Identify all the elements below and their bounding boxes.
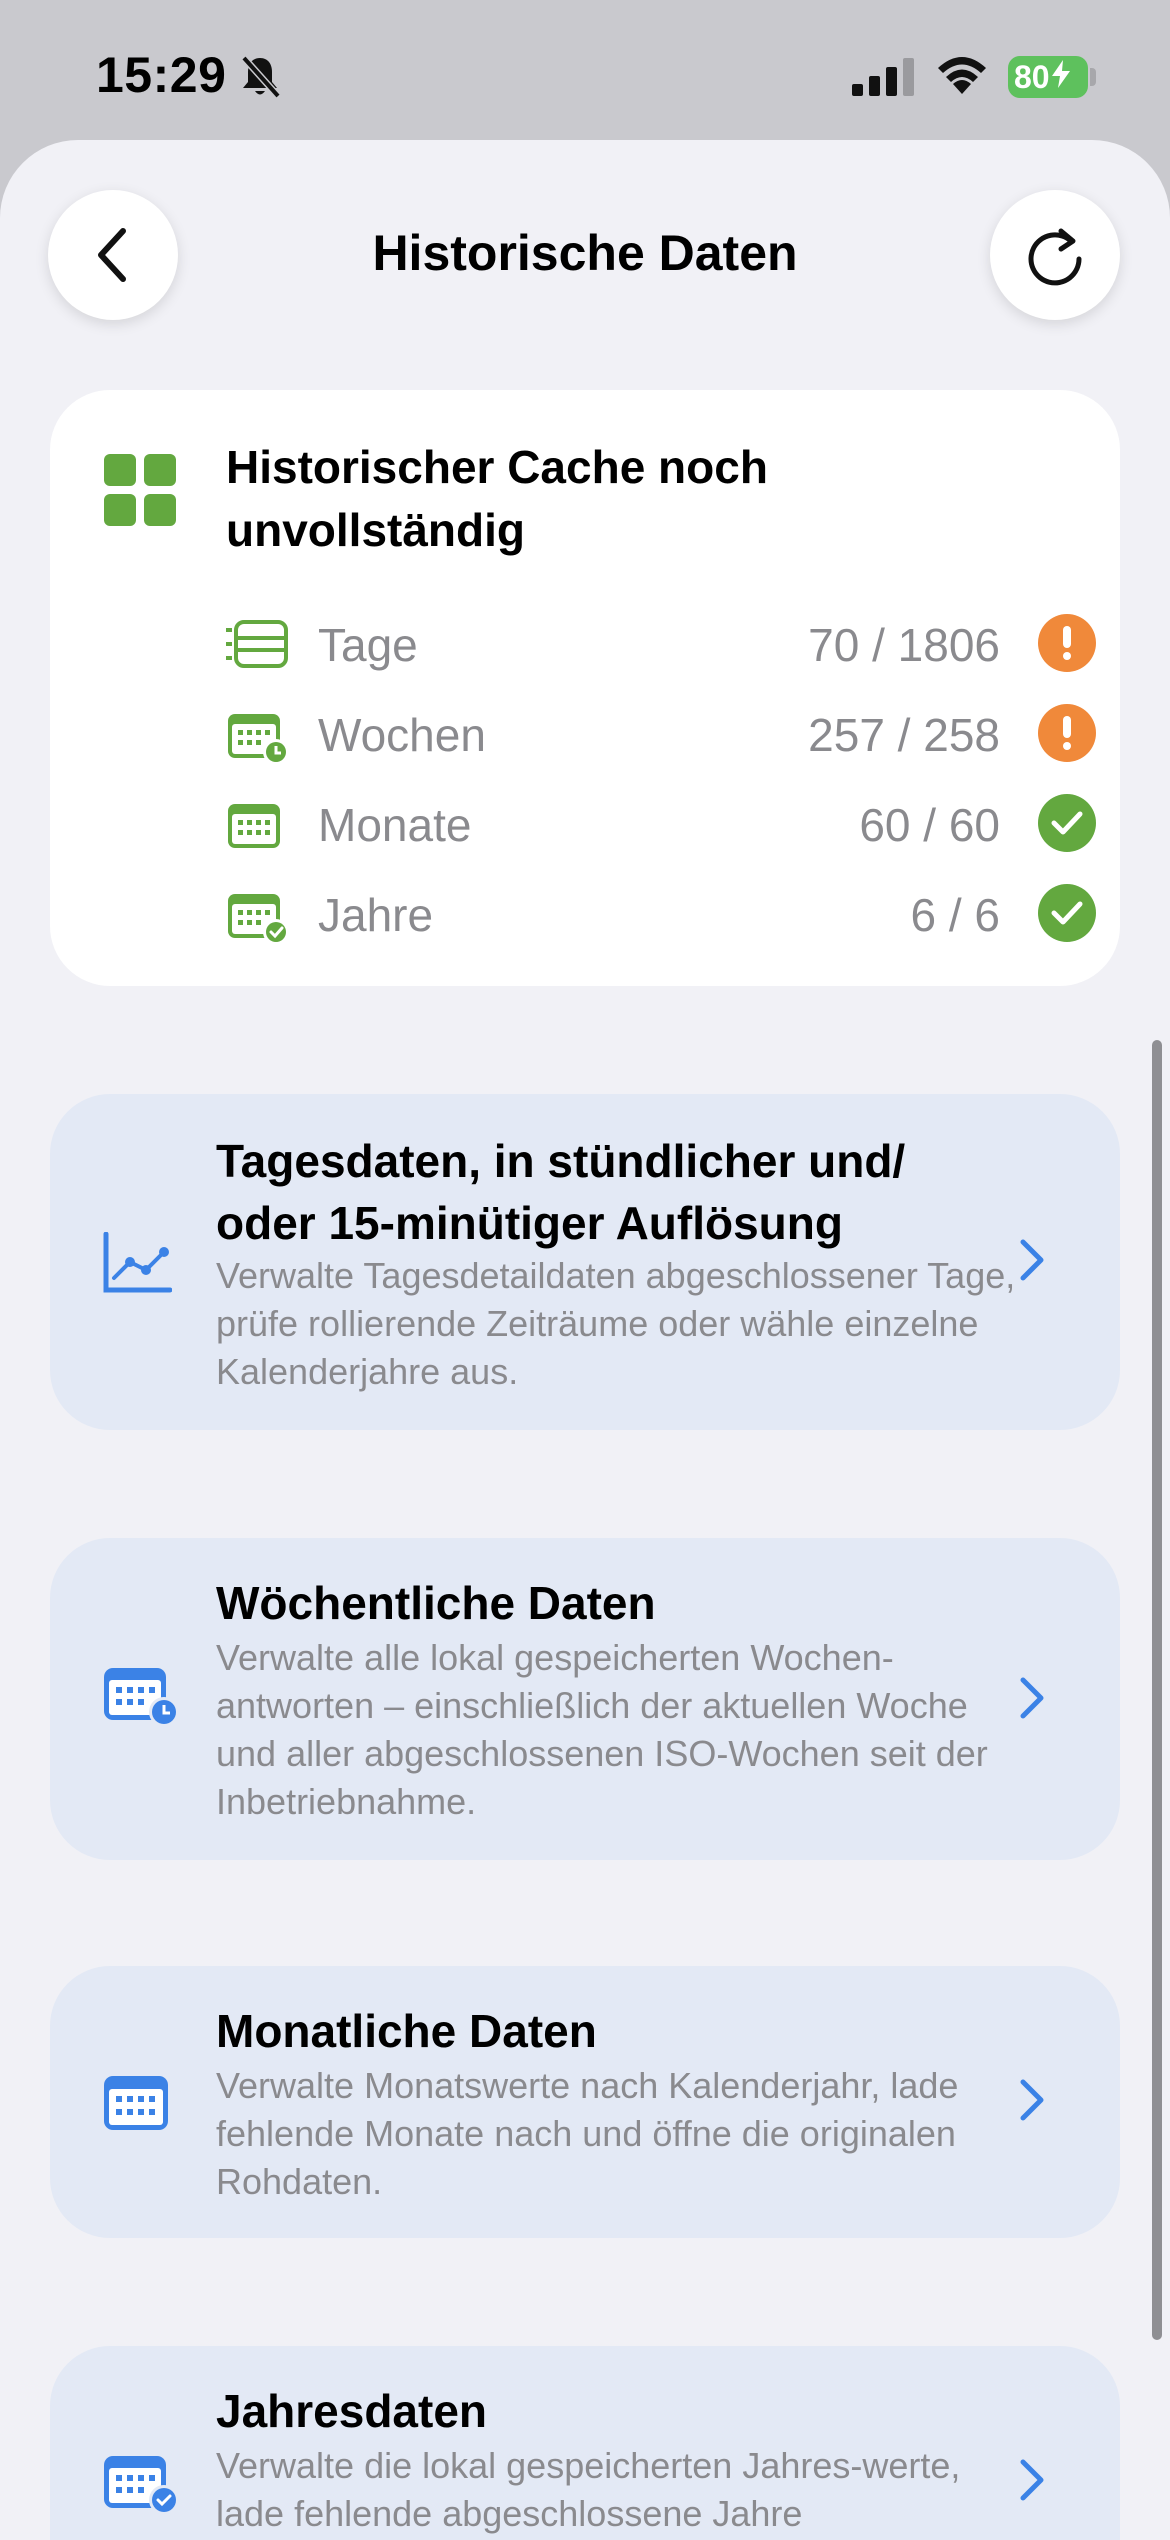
section-title: Tagesdaten, in stündlicher und/ oder 15-… [216, 1135, 906, 1249]
warning-icon [1038, 704, 1096, 762]
chevron-right-icon [1018, 2458, 1046, 2507]
calendar-clock-icon [226, 710, 290, 771]
grid-icon [104, 454, 176, 531]
line-chart-icon [102, 1231, 173, 1299]
checkmark-icon [1038, 884, 1096, 942]
battery-level: 80 [1014, 58, 1050, 95]
cache-row-days: Tage 70 / 1806 [226, 610, 1096, 680]
refresh-button[interactable] [990, 190, 1120, 320]
calendar-check-icon [102, 2452, 182, 2521]
row-value: 60 / 60 [859, 799, 1000, 851]
status-time: 15:29 [96, 47, 227, 103]
warning-icon [1038, 614, 1096, 672]
calendar-clock-icon [102, 1664, 182, 1733]
row-label: Wochen [318, 709, 486, 761]
monthly-data-card[interactable]: Monatliche Daten Verwalte Monatswerte na… [50, 1966, 1120, 2238]
chevron-right-icon [1018, 2078, 1046, 2127]
battery-tip [1090, 68, 1096, 86]
section-description: Verwalte die lokal gespeicherten Jahres-… [216, 2445, 961, 2534]
sheet: Historische Daten Historischer Cache noc… [0, 140, 1170, 2540]
battery-indicator: 80 [1008, 56, 1088, 98]
section-title: Wöchentliche Daten [216, 1577, 656, 1629]
section-description: Verwalte alle lokal gespeicherten Wochen… [216, 1637, 988, 1822]
days-list-icon [226, 620, 288, 673]
section-description: Verwalte Tagesdetaildaten abgeschlossene… [216, 1255, 1016, 1392]
row-value: 6 / 6 [910, 889, 1000, 941]
section-title: Monatliche Daten [216, 2005, 597, 2057]
bell-muted-icon [240, 54, 281, 103]
cache-row-weeks: Wochen 257 / 258 [226, 700, 1096, 770]
refresh-icon [1028, 228, 1082, 286]
cache-title: Historischer Cache noch unvollständig [226, 441, 768, 556]
wifi-icon [936, 54, 988, 99]
charging-bolt-icon [1051, 59, 1070, 96]
chevron-right-icon [1018, 1676, 1046, 1725]
cache-status-card: Historischer Cache noch unvollständig Ta… [50, 390, 1120, 986]
checkmark-icon [1038, 794, 1096, 852]
row-label: Monate [318, 799, 472, 851]
row-value: 70 / 1806 [808, 619, 1000, 671]
scrollbar[interactable] [1152, 1040, 1162, 2340]
cellular-signal-icon [852, 58, 916, 101]
calendar-icon [226, 800, 290, 861]
row-label: Jahre [318, 889, 434, 941]
yearly-data-card[interactable]: Jahresdaten Verwalte die lokal gespeiche… [50, 2346, 1120, 2540]
row-value: 257 / 258 [808, 709, 1000, 761]
calendar-icon [102, 2074, 172, 2139]
calendar-check-icon [226, 890, 290, 951]
section-title: Jahresdaten [216, 2385, 488, 2437]
weekly-data-card[interactable]: Wöchentliche Daten Verwalte alle lokal g… [50, 1538, 1120, 1860]
cache-row-months: Monate 60 / 60 [226, 790, 1096, 860]
row-label: Tage [318, 619, 418, 671]
chevron-right-icon [1018, 1238, 1046, 1287]
status-bar: 15:29 80 [0, 0, 1170, 150]
daily-data-card[interactable]: Tagesdaten, in stündlicher und/ oder 15-… [50, 1094, 1120, 1430]
cache-row-years: Jahre 6 / 6 [226, 880, 1096, 950]
section-description: Verwalte Monatswerte nach Kalenderjahr, … [216, 2065, 959, 2202]
